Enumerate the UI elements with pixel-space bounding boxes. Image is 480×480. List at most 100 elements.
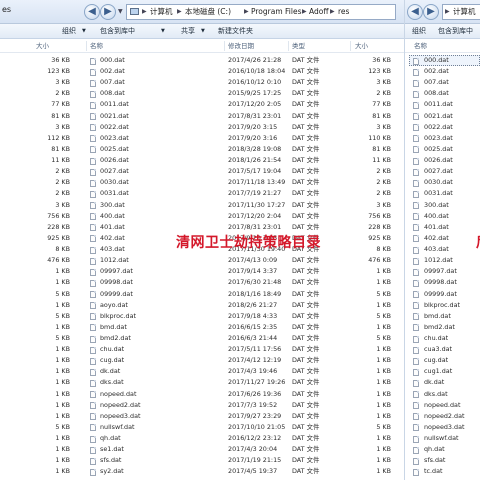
right-file-name[interactable]: blkproc.dat <box>424 300 460 311</box>
right-back-icon[interactable]: ◀ <box>407 4 423 20</box>
file-name[interactable]: bmd.dat <box>100 322 127 333</box>
table-row[interactable]: 1 KB nopeed2.dat 2017/7/3 19:52 DAT 文件 1 KB n… <box>0 400 480 411</box>
table-row[interactable]: 5 KB nullswf.dat 2017/10/10 21:05 DAT 文件 5 K… <box>0 422 480 433</box>
share-menu[interactable]: 共享 <box>181 24 195 39</box>
file-name[interactable]: 09999.dat <box>100 289 133 300</box>
right-file-name[interactable]: nullswf.dat <box>424 433 459 444</box>
right-file-name[interactable]: dks.dat <box>424 389 448 400</box>
right-file-name[interactable]: tc.dat <box>424 466 443 477</box>
file-name[interactable]: 401.dat <box>100 222 125 233</box>
right-file-name[interactable]: 09998.dat <box>424 277 457 288</box>
breadcrumb-program-files[interactable]: Program Files <box>251 5 302 19</box>
right-file-name[interactable]: nopeed3.dat <box>424 422 465 433</box>
file-name[interactable]: dks.dat <box>100 377 124 388</box>
right-file-name[interactable]: 0021.dat <box>424 111 453 122</box>
table-row[interactable]: 756 KB 400.dat 2017/12/20 2:04 DAT 文件 756 KB… <box>0 211 480 222</box>
table-row[interactable]: 3 KB 300.dat 2017/11/30 17:27 DAT 文件 3 KB 300… <box>0 200 480 211</box>
right-file-name[interactable]: dk.dat <box>424 377 444 388</box>
file-name[interactable]: sy2.dat <box>100 466 124 477</box>
right-file-name[interactable]: 0011.dat <box>424 99 453 110</box>
table-row[interactable]: 77 KB 0011.dat 2017/12/20 2:05 DAT 文件 77 KB 0… <box>0 99 480 110</box>
file-name[interactable]: 002.dat <box>100 66 125 77</box>
table-row[interactable]: 1 KB dk.dat 2017/4/3 19:46 DAT 文件 1 KB cug1.d… <box>0 366 480 377</box>
file-name[interactable]: nopeed.dat <box>100 389 136 400</box>
right-include-in-library-menu[interactable]: 包含到库中 <box>438 24 473 39</box>
file-name[interactable]: se1.dat <box>100 444 124 455</box>
right-file-name[interactable]: 402.dat <box>424 233 449 244</box>
file-name[interactable]: qh.dat <box>100 433 121 444</box>
table-row[interactable]: 1 KB cug.dat 2017/4/12 12:19 DAT 文件 1 KB cug.… <box>0 355 480 366</box>
table-row[interactable]: 3 KB 007.dat 2016/10/12 0:10 DAT 文件 3 KB 007.… <box>0 77 480 88</box>
table-row[interactable]: 2 KB 0031.dat 2017/7/19 21:27 DAT 文件 2 KB 003… <box>0 188 480 199</box>
breadcrumb-res[interactable]: res <box>338 5 349 19</box>
right-header-name[interactable]: 名称 <box>414 39 427 53</box>
right-file-name[interactable]: 400.dat <box>424 211 449 222</box>
table-row[interactable]: 1 KB sfs.dat 2017/1/19 21:15 DAT 文件 1 KB sfs.… <box>0 455 480 466</box>
right-file-name[interactable]: cug1.dat <box>424 366 452 377</box>
right-file-name[interactable]: 0026.dat <box>424 155 453 166</box>
file-name[interactable]: 09998.dat <box>100 277 133 288</box>
recent-pages-chevron-icon[interactable]: ▼ <box>118 8 123 15</box>
right-file-name[interactable]: 000.dat <box>424 55 449 66</box>
table-row[interactable]: 1 KB qh.dat 2016/12/2 23:12 DAT 文件 1 KB nulls… <box>0 433 480 444</box>
table-row[interactable]: 5 KB bmd2.dat 2016/6/3 21:44 DAT 文件 5 KB chu.… <box>0 333 480 344</box>
file-name[interactable]: 007.dat <box>100 77 125 88</box>
file-name[interactable]: 0031.dat <box>100 188 129 199</box>
right-file-name[interactable]: 002.dat <box>424 66 449 77</box>
right-file-name[interactable]: nopeed.dat <box>424 400 460 411</box>
file-name[interactable]: 402.dat <box>100 233 125 244</box>
right-file-name[interactable]: 0022.dat <box>424 122 453 133</box>
file-name[interactable]: 09997.dat <box>100 266 133 277</box>
table-row[interactable]: 476 KB 1012.dat 2017/4/13 0:09 DAT 文件 476 KB… <box>0 255 480 266</box>
right-file-name[interactable]: 0030.dat <box>424 177 453 188</box>
right-file-name[interactable]: cua3.dat <box>424 344 452 355</box>
right-file-name[interactable]: nopeed2.dat <box>424 411 465 422</box>
table-row[interactable]: 1 KB chu.dat 2017/5/11 17:56 DAT 文件 1 KB cua3… <box>0 344 480 355</box>
table-row[interactable]: 3 KB 0022.dat 2017/9/20 3:15 DAT 文件 3 KB 0022… <box>0 122 480 133</box>
file-name[interactable]: 300.dat <box>100 200 125 211</box>
right-address-field[interactable]: ▶ 计算机 <box>442 4 480 20</box>
file-name[interactable]: 0030.dat <box>100 177 129 188</box>
table-row[interactable]: 5 KB 09999.dat 2018/1/16 18:49 DAT 文件 5 KB 09… <box>0 289 480 300</box>
right-breadcrumb-computer[interactable]: 计算机 <box>453 5 476 19</box>
table-row[interactable]: 1 KB dks.dat 2017/11/27 19:26 DAT 文件 1 KB dk.… <box>0 377 480 388</box>
table-row[interactable]: 123 KB 002.dat 2016/10/18 18:04 DAT 文件 123 K… <box>0 66 480 77</box>
file-name[interactable]: 0023.dat <box>100 133 129 144</box>
file-name[interactable]: aoyo.dat <box>100 300 128 311</box>
header-type[interactable]: 类型 <box>292 39 305 53</box>
right-file-name[interactable]: 09999.dat <box>424 289 457 300</box>
right-forward-icon[interactable]: ▶ <box>423 4 439 20</box>
table-row[interactable]: 1 KB sy2.dat 2017/4/5 19:37 DAT 文件 1 KB tc.da… <box>0 466 480 477</box>
right-file-name[interactable]: 0023.dat <box>424 133 453 144</box>
right-organize-menu[interactable]: 组织 <box>412 24 426 39</box>
table-row[interactable]: 5 KB blkproc.dat 2017/9/18 4:33 DAT 文件 5 KB b… <box>0 311 480 322</box>
file-name[interactable]: 0021.dat <box>100 111 129 122</box>
file-name[interactable]: nullswf.dat <box>100 422 135 433</box>
right-file-name[interactable]: cug.dat <box>424 355 448 366</box>
table-row[interactable]: 81 KB 0025.dat 2018/3/28 19:08 DAT 文件 81 KB 0… <box>0 144 480 155</box>
header-size[interactable]: 大小 <box>36 39 49 53</box>
header-divider[interactable] <box>86 41 87 51</box>
right-file-name[interactable]: chu.dat <box>424 333 448 344</box>
right-file-name[interactable]: 09997.dat <box>424 266 457 277</box>
right-file-name[interactable]: 1012.dat <box>424 255 453 266</box>
file-name[interactable]: bmd2.dat <box>100 333 131 344</box>
table-row[interactable]: 1 KB 09998.dat 2017/6/30 21:48 DAT 文件 1 KB 09… <box>0 277 480 288</box>
file-name[interactable]: chu.dat <box>100 344 124 355</box>
right-file-name[interactable]: 008.dat <box>424 88 449 99</box>
file-name[interactable]: dk.dat <box>100 366 120 377</box>
header-divider[interactable] <box>288 41 289 51</box>
file-name[interactable]: nopeed3.dat <box>100 411 141 422</box>
right-file-name[interactable]: bmd.dat <box>424 311 451 322</box>
breadcrumb-adoff[interactable]: Adoff <box>309 5 329 19</box>
include-in-library-menu[interactable]: 包含到库中 <box>100 24 135 39</box>
file-name[interactable]: cug.dat <box>100 355 124 366</box>
back-icon[interactable]: ◀ <box>84 4 100 20</box>
file-name[interactable]: nopeed2.dat <box>100 400 141 411</box>
file-name[interactable]: 400.dat <box>100 211 125 222</box>
file-name[interactable]: sfs.dat <box>100 455 121 466</box>
table-row[interactable]: 1 KB nopeed3.dat 2017/9/27 23:29 DAT 文件 1 KB… <box>0 411 480 422</box>
breadcrumb-local-disk[interactable]: 本地磁盘 (C:) <box>185 5 231 19</box>
file-name[interactable]: 403.dat <box>100 244 125 255</box>
right-file-name[interactable]: 0027.dat <box>424 166 453 177</box>
